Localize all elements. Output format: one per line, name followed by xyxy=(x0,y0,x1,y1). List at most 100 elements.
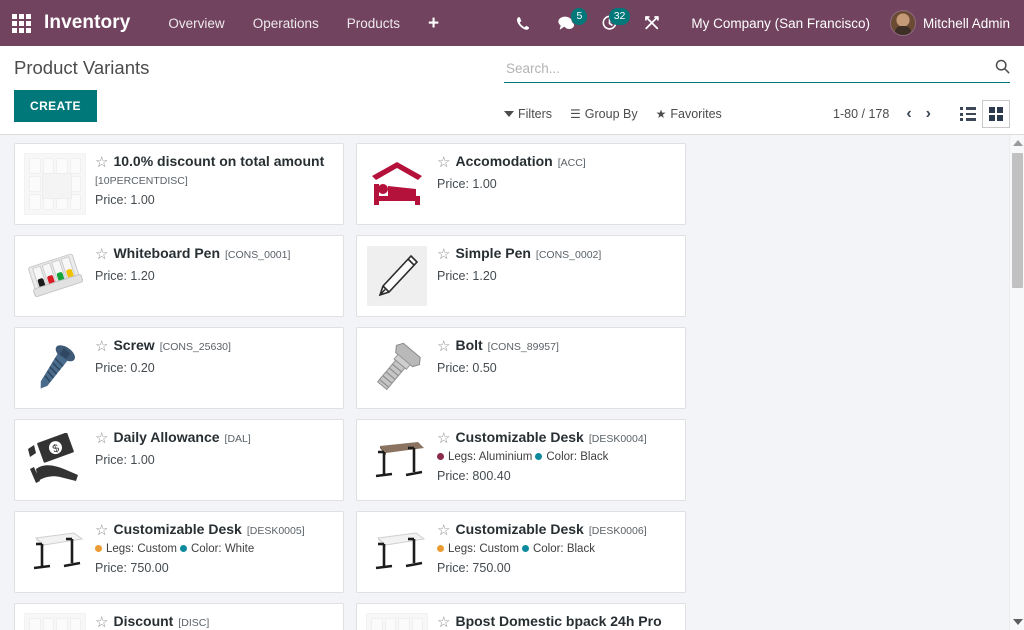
control-panel: Product Variants CREATE Filters xyxy=(0,46,1024,135)
product-name: Screw xyxy=(113,337,154,355)
favorites-button[interactable]: ★ Favorites xyxy=(647,104,731,124)
star-outline-icon[interactable]: ☆ xyxy=(437,523,450,538)
product-image xyxy=(23,244,87,308)
star-outline-icon[interactable]: ☆ xyxy=(437,339,450,354)
product-card[interactable]: ☆Bolt[CONS_89957]Price: 0.50 xyxy=(356,327,686,409)
product-card-body: ☆Whiteboard Pen[CONS_0001]Price: 1.20 xyxy=(95,244,335,308)
group-by-button[interactable]: ☰ Group By xyxy=(561,104,647,124)
bolt-icon xyxy=(368,339,426,397)
attribute-color-dot xyxy=(437,453,444,460)
product-card-body: ☆Discount[DISC]Price: 0.00 xyxy=(95,612,335,630)
product-card-body: ☆10.0% discount on total amount[10PERCEN… xyxy=(95,152,335,216)
view-switcher xyxy=(954,100,1010,128)
kanban-view-icon[interactable] xyxy=(982,100,1010,128)
main-menu: Overview Operations Products + xyxy=(154,10,453,37)
product-price: Price: 1.00 xyxy=(95,453,335,467)
product-name: Accomodation xyxy=(455,153,552,171)
apps-grid-icon[interactable] xyxy=(10,12,32,34)
clock-icon[interactable]: 32 xyxy=(588,0,631,46)
star-outline-icon[interactable]: ☆ xyxy=(95,339,108,354)
page-title: Product Variants xyxy=(14,56,504,78)
product-attribute: Color: Black xyxy=(522,543,595,555)
menu-item-overview[interactable]: Overview xyxy=(154,10,238,37)
product-code: [DESK0006] xyxy=(589,525,647,538)
star-outline-icon[interactable]: ☆ xyxy=(437,615,450,630)
product-card[interactable]: ☆Customizable Desk[DESK0005]Legs: Custom… xyxy=(14,511,344,593)
product-image xyxy=(365,152,429,216)
product-card[interactable]: ☆Simple Pen[CONS_0002]Price: 1.20 xyxy=(356,235,686,317)
product-title-row: ☆Bpost Domestic bpack 24h Pro xyxy=(437,613,677,630)
product-card-body: ☆Bpost Domestic bpack 24h Pro[Delivery_0… xyxy=(437,612,677,630)
product-name: Customizable Desk xyxy=(113,521,241,539)
product-card[interactable]: $ ☆Daily Allowance[DAL]Price: 1.00 xyxy=(14,419,344,501)
product-card-body: ☆Simple Pen[CONS_0002]Price: 1.20 xyxy=(437,244,677,308)
product-price: Price: 0.50 xyxy=(437,361,677,375)
product-title-row: ☆Accomodation[ACC] xyxy=(437,153,677,171)
product-card[interactable]: ☆Customizable Desk[DESK0004]Legs: Alumin… xyxy=(356,419,686,501)
star-outline-icon[interactable]: ☆ xyxy=(95,155,108,170)
scroll-up-icon[interactable] xyxy=(1010,135,1024,151)
star-outline-icon[interactable]: ☆ xyxy=(95,615,108,630)
product-title-row: ☆Whiteboard Pen[CONS_0001] xyxy=(95,245,335,263)
product-card[interactable]: ☆10.0% discount on total amount[10PERCEN… xyxy=(14,143,344,225)
menu-item-products[interactable]: Products xyxy=(333,10,414,37)
control-panel-left: Product Variants CREATE xyxy=(14,56,504,122)
messages-icon[interactable]: 5 xyxy=(544,0,588,46)
product-name: Discount xyxy=(113,613,173,630)
product-code: [DESK0004] xyxy=(589,433,647,446)
product-card[interactable]: ☆Whiteboard Pen[CONS_0001]Price: 1.20 xyxy=(14,235,344,317)
search-icon[interactable] xyxy=(995,59,1010,79)
create-button[interactable]: CREATE xyxy=(14,90,97,122)
star-outline-icon[interactable]: ☆ xyxy=(437,155,450,170)
star-outline-icon[interactable]: ☆ xyxy=(437,431,450,446)
app-brand-inventory[interactable]: Inventory xyxy=(44,12,130,34)
attribute-label: Legs: Custom xyxy=(106,543,177,555)
product-price: Price: 750.00 xyxy=(95,561,335,575)
product-image xyxy=(23,520,87,584)
vertical-scrollbar[interactable] xyxy=(1009,135,1024,630)
product-card[interactable]: ☆Accomodation[ACC]Price: 1.00 xyxy=(356,143,686,225)
list-view-icon[interactable] xyxy=(954,100,982,128)
product-attribute: Legs: Aluminium xyxy=(437,451,532,463)
scrollbar-thumb[interactable] xyxy=(1012,153,1023,288)
menu-item-operations[interactable]: Operations xyxy=(239,10,333,37)
product-attributes: Legs: CustomColor: Black xyxy=(437,543,677,555)
star-outline-icon[interactable]: ☆ xyxy=(437,247,450,262)
product-card[interactable]: ☆ Screw [CONS_25630] Price: 0.20 xyxy=(14,327,344,409)
product-price: Price: 1.00 xyxy=(437,177,677,191)
search-bar[interactable] xyxy=(504,57,1010,83)
star-outline-icon[interactable]: ☆ xyxy=(95,247,108,262)
product-price: Price: 0.20 xyxy=(95,361,335,375)
product-name: Simple Pen xyxy=(455,245,530,263)
product-card-body: ☆Bolt[CONS_89957]Price: 0.50 xyxy=(437,336,677,400)
product-image xyxy=(365,520,429,584)
product-card[interactable]: ☆Customizable Desk[DESK0006]Legs: Custom… xyxy=(356,511,686,593)
company-selector[interactable]: My Company (San Francisco) xyxy=(673,16,884,31)
scroll-down-icon[interactable] xyxy=(1010,614,1024,630)
product-card-body: ☆Customizable Desk[DESK0004]Legs: Alumin… xyxy=(437,428,677,492)
phone-icon[interactable] xyxy=(503,0,544,46)
chevron-left-icon[interactable]: ‹ xyxy=(899,106,918,122)
product-name: Bolt xyxy=(455,337,482,355)
product-card[interactable]: ☆Discount[DISC]Price: 0.00 xyxy=(14,603,344,630)
product-name: Daily Allowance xyxy=(113,429,219,447)
plus-icon[interactable]: + xyxy=(414,12,453,35)
product-code: [CONS_25630] xyxy=(160,341,231,354)
product-image xyxy=(365,428,429,492)
star-outline-icon[interactable]: ☆ xyxy=(95,431,108,446)
product-title-row: ☆Daily Allowance[DAL] xyxy=(95,429,335,447)
attribute-label: Legs: Custom xyxy=(448,543,519,555)
group-by-icon: ☰ xyxy=(570,108,581,120)
filters-button[interactable]: Filters xyxy=(504,104,561,124)
star-outline-icon[interactable]: ☆ xyxy=(95,523,108,538)
wrench-icon[interactable] xyxy=(631,0,673,46)
bed-icon xyxy=(368,159,426,209)
chevron-right-icon[interactable]: › xyxy=(919,106,938,122)
attribute-color-dot xyxy=(522,545,529,552)
image-placeholder-icon xyxy=(24,613,86,630)
product-card[interactable]: ☆Bpost Domestic bpack 24h Pro[Delivery_0… xyxy=(356,603,686,630)
product-code: [CONS_0002] xyxy=(536,249,601,262)
search-input[interactable] xyxy=(504,61,1010,78)
product-title-row: ☆ Simple Pen [CONS_0002] xyxy=(437,245,677,263)
user-menu[interactable]: Mitchell Admin xyxy=(884,10,1010,36)
